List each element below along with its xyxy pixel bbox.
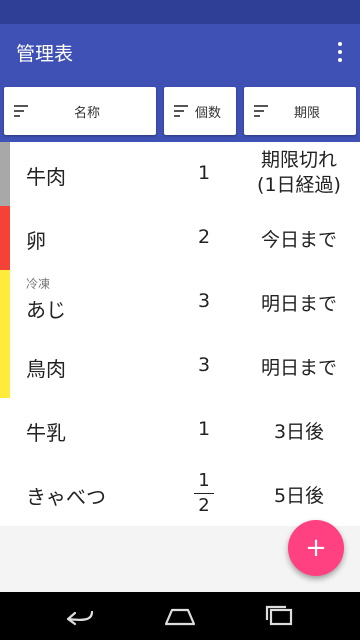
sort-by-name-label: 名称 (74, 106, 101, 121)
item-name: 鳥肉 (26, 357, 66, 381)
page-title: 管理表 (16, 43, 74, 65)
item-count-fraction: 1 2 (192, 470, 216, 517)
more-vert-icon[interactable] (328, 36, 352, 68)
item-name: 卵 (26, 229, 46, 253)
item-count: 2 (197, 226, 211, 248)
sort-by-limit-button[interactable]: 期限 (244, 87, 356, 135)
item-list: 牛肉 1 期限切れ (1日経過) 卵 2 今日まで 冷凍 あじ 3 明日まで 鳥… (0, 142, 360, 526)
item-limit: 明日まで (260, 293, 337, 315)
fraction-numerator: 1 (198, 470, 210, 491)
sort-by-count-button[interactable]: 個数 (164, 87, 236, 135)
recents-icon[interactable] (262, 604, 298, 628)
list-item[interactable]: 冷凍 あじ 3 明日まで (0, 270, 360, 334)
status-stripe (0, 270, 10, 334)
item-limit: 明日まで (260, 357, 337, 379)
sort-by-name-button[interactable]: 名称 (4, 87, 156, 135)
list-item[interactable]: 卵 2 今日まで (0, 206, 360, 270)
item-name: あじ (26, 298, 66, 322)
item-count: 1 (197, 418, 211, 440)
item-limit: 今日まで (260, 229, 337, 251)
list-item[interactable]: きゃべつ 1 2 5日後 (0, 462, 360, 526)
status-stripe (0, 334, 10, 398)
fraction-bar (194, 493, 214, 494)
list-item[interactable]: 鳥肉 3 明日まで (0, 334, 360, 398)
list-item[interactable]: 牛肉 1 期限切れ (1日経過) (0, 142, 360, 206)
item-limit: 3日後 (273, 421, 325, 443)
item-limit-line1: 期限切れ (260, 149, 337, 171)
status-bar (0, 0, 360, 24)
item-limit: 5日後 (273, 485, 325, 507)
item-count: 3 (197, 354, 211, 376)
item-name: 牛乳 (26, 421, 66, 445)
navigation-bar (0, 592, 360, 640)
item-note: 冷凍 (26, 277, 51, 291)
add-item-button[interactable]: + (288, 520, 344, 576)
home-icon[interactable] (162, 604, 198, 628)
sort-by-limit-label: 期限 (294, 106, 321, 121)
sort-icon (174, 105, 188, 117)
item-limit: 期限切れ (1日経過) (240, 148, 358, 198)
list-item[interactable]: 牛乳 1 3日後 (0, 398, 360, 462)
item-count: 3 (197, 290, 211, 312)
item-count: 1 (197, 162, 211, 184)
app-bar: 管理表 (0, 24, 360, 80)
item-limit-line2: (1日経過) (257, 174, 341, 196)
status-stripe (0, 142, 10, 206)
sort-bar: 名称 個数 期限 (0, 80, 360, 142)
item-name: きゃべつ (26, 485, 106, 509)
add-icon: + (305, 533, 327, 563)
back-icon[interactable] (62, 604, 98, 628)
sort-by-count-label: 個数 (195, 106, 222, 121)
status-stripe (0, 206, 10, 270)
fraction-denominator: 2 (198, 495, 210, 516)
sort-icon (254, 105, 268, 117)
item-name: 牛肉 (26, 165, 66, 189)
sort-icon (14, 105, 28, 117)
